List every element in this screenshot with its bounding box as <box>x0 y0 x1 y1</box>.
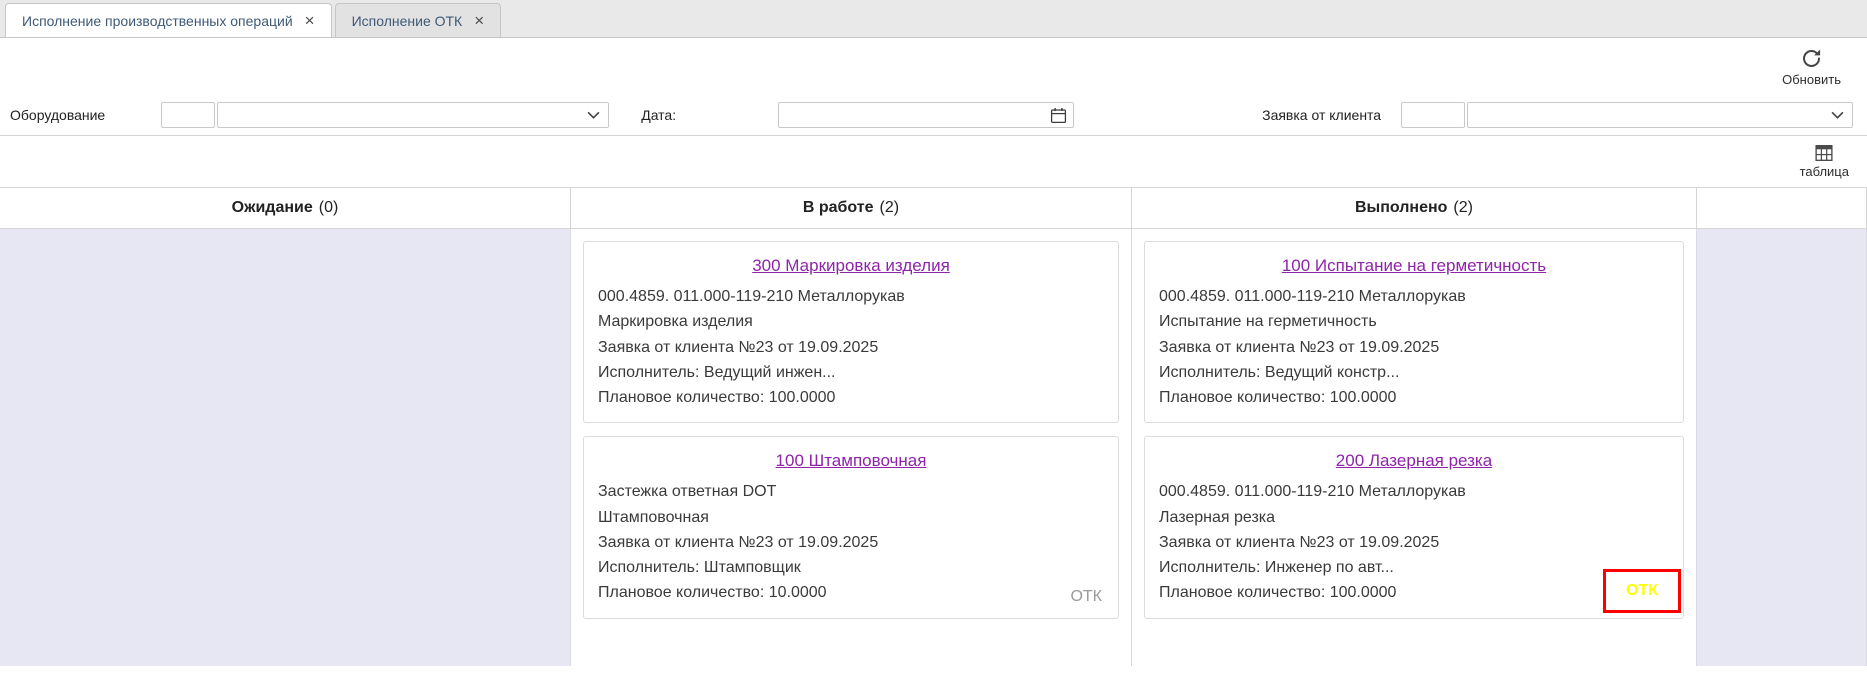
card-executor: Исполнитель: Ведущий констр... <box>1159 360 1669 385</box>
card-planned-quantity: Плановое количество: 100.0000 <box>1159 385 1669 410</box>
refresh-icon <box>1800 47 1823 70</box>
card-title-link[interactable]: 200 Лазерная резка <box>1159 451 1669 471</box>
board-panel: таблица Ожидание (0) В работе (2) Выполн… <box>0 135 1867 674</box>
card-executor: Исполнитель: Ведущий инжен... <box>598 360 1104 385</box>
card-client-request: Заявка от клиента №23 от 19.09.2025 <box>1159 335 1669 360</box>
column-count: (2) <box>1453 199 1473 217</box>
kanban-board: Ожидание (0) В работе (2) Выполнено (2) … <box>0 187 1867 666</box>
column-title: Ожидание <box>232 199 313 217</box>
card-title-link[interactable]: 300 Маркировка изделия <box>598 256 1104 276</box>
equipment-select[interactable] <box>217 102 609 128</box>
bottom-strip <box>0 666 1867 674</box>
column-count: (0) <box>319 199 339 217</box>
card-planned-quantity: Плановое количество: 100.0000 <box>598 385 1104 410</box>
column-header-in-progress: В работе (2) <box>571 187 1132 229</box>
calendar-icon[interactable] <box>1050 107 1067 124</box>
tab-bar: Исполнение производственных операций × И… <box>0 0 1867 38</box>
column-title: В работе <box>803 199 874 217</box>
card-operation: Штамповочная <box>598 505 1104 530</box>
column-count: (2) <box>880 199 900 217</box>
card-client-request: Заявка от клиента №23 от 19.09.2025 <box>1159 530 1669 555</box>
close-icon[interactable]: × <box>474 12 484 29</box>
card-product: 000.4859. 011.000-119-210 Металлорукав <box>598 284 1104 309</box>
kanban-card[interactable]: 100 Испытание на герметичность 000.4859.… <box>1144 241 1684 423</box>
card-product: 000.4859. 011.000-119-210 Металлорукав <box>1159 479 1669 504</box>
tab-label: Исполнение производственных операций <box>22 13 293 29</box>
card-title-link[interactable]: 100 Штамповочная <box>598 451 1104 471</box>
table-view-label: таблица <box>1800 164 1849 179</box>
card-executor: Исполнитель: Штамповщик <box>598 555 1104 580</box>
column-header-waiting: Ожидание (0) <box>0 187 571 229</box>
otk-badge: ОТК <box>1070 588 1102 606</box>
column-body-done: 100 Испытание на герметичность 000.4859.… <box>1132 229 1697 666</box>
app-window: Исполнение производственных операций × И… <box>0 0 1867 674</box>
view-toolbar: таблица <box>0 136 1867 187</box>
column-header-spacer <box>1697 187 1867 229</box>
equipment-code-input[interactable] <box>161 102 215 128</box>
top-toolbar: Обновить <box>0 38 1867 95</box>
column-body-spacer <box>1697 229 1867 666</box>
column-title: Выполнено <box>1355 199 1447 217</box>
date-input[interactable] <box>778 102 1074 128</box>
card-title-link[interactable]: 100 Испытание на герметичность <box>1159 256 1669 276</box>
card-client-request: Заявка от клиента №23 от 19.09.2025 <box>598 335 1104 360</box>
kanban-card[interactable]: 300 Маркировка изделия 000.4859. 011.000… <box>583 241 1119 423</box>
card-product: Застежка ответная DOT <box>598 479 1104 504</box>
chevron-down-icon <box>1831 111 1844 119</box>
card-client-request: Заявка от клиента №23 от 19.09.2025 <box>598 530 1104 555</box>
equipment-label: Оборудование <box>10 107 105 123</box>
client-request-code-input[interactable] <box>1401 102 1465 128</box>
card-planned-quantity: Плановое количество: 100.0000 <box>1159 580 1669 605</box>
filters-row: Оборудование Дата: Заявка от клиента <box>0 95 1867 135</box>
refresh-label: Обновить <box>1782 72 1841 87</box>
tab-label: Исполнение ОТК <box>352 13 463 29</box>
date-label: Дата: <box>641 107 676 123</box>
refresh-button[interactable]: Обновить <box>1782 47 1841 87</box>
column-body-in-progress: 300 Маркировка изделия 000.4859. 011.000… <box>571 229 1132 666</box>
kanban-card[interactable]: 200 Лазерная резка 000.4859. 011.000-119… <box>1144 436 1684 618</box>
card-planned-quantity: Плановое количество: 10.0000 <box>598 580 1104 605</box>
card-operation: Лазерная резка <box>1159 505 1669 530</box>
column-header-done: Выполнено (2) <box>1132 187 1697 229</box>
table-view-button[interactable]: таблица <box>1800 144 1849 179</box>
close-icon[interactable]: × <box>305 12 315 29</box>
client-request-select[interactable] <box>1467 102 1853 128</box>
card-executor: Исполнитель: Инженер по авт... <box>1159 555 1669 580</box>
otk-badge-highlighted[interactable]: ОТК <box>1603 569 1681 613</box>
tab-otk-execution[interactable]: Исполнение ОТК × <box>335 3 502 37</box>
table-icon <box>1815 144 1833 162</box>
kanban-card[interactable]: 100 Штамповочная Застежка ответная DOT Ш… <box>583 436 1119 618</box>
card-operation: Маркировка изделия <box>598 309 1104 334</box>
tab-production-operations[interactable]: Исполнение производственных операций × <box>5 3 332 37</box>
card-operation: Испытание на герметичность <box>1159 309 1669 334</box>
client-request-label: Заявка от клиента <box>1262 107 1381 123</box>
column-body-waiting <box>0 229 571 666</box>
chevron-down-icon <box>587 111 600 119</box>
card-product: 000.4859. 011.000-119-210 Металлорукав <box>1159 284 1669 309</box>
